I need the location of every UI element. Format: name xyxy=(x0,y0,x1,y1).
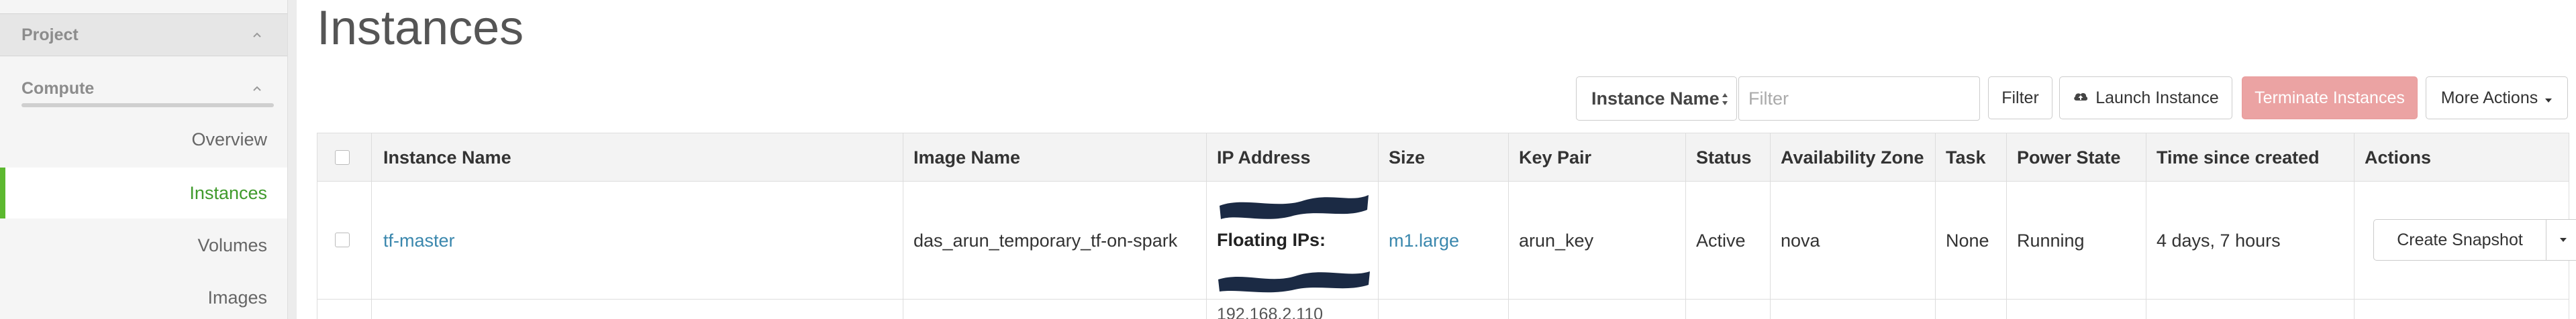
power-state-cell: Running xyxy=(2017,230,2085,251)
select-arrows-icon xyxy=(1720,89,1730,109)
column-header-status[interactable]: Status xyxy=(1696,133,1752,182)
column-divider xyxy=(2354,133,2355,319)
more-actions-label: More Actions xyxy=(2440,88,2538,107)
filter-button[interactable]: Filter xyxy=(1988,76,2052,119)
sidebar-group-project[interactable]: Project xyxy=(0,13,287,56)
sidebar-group-label: Compute xyxy=(21,78,95,98)
ip-address-cell: Floating IPs: xyxy=(1217,182,1385,300)
caret-down-icon xyxy=(2559,234,2567,246)
task-cell: None xyxy=(1946,230,1989,251)
sidebar-item-images[interactable]: Images xyxy=(0,272,287,319)
column-header-time-since-created[interactable]: Time since created xyxy=(2157,133,2320,182)
terminate-instances-button[interactable]: Terminate Instances xyxy=(2242,76,2418,119)
column-header-ip-address[interactable]: IP Address xyxy=(1217,133,1311,182)
column-header-power-state[interactable]: Power State xyxy=(2017,133,2121,182)
column-divider xyxy=(1685,133,1686,319)
sidebar-group-divider xyxy=(21,103,274,107)
row-actions-dropdown-toggle[interactable] xyxy=(2546,219,2576,261)
column-header-actions: Actions xyxy=(2365,147,2432,168)
create-snapshot-button[interactable]: Create Snapshot xyxy=(2373,219,2546,261)
caret-down-icon xyxy=(2544,88,2553,108)
select-all-checkbox[interactable] xyxy=(335,150,350,165)
column-header-image-name[interactable]: Image Name xyxy=(913,133,1020,182)
redaction-scribble xyxy=(1218,271,1370,293)
ip-address-partial: 192.168.2.110 xyxy=(1217,305,1324,319)
sidebar-item-label: Images xyxy=(207,287,267,308)
sidebar-item-overview[interactable]: Overview xyxy=(0,114,287,165)
column-header-size[interactable]: Size xyxy=(1389,133,1425,182)
column-divider xyxy=(1508,133,1509,319)
column-header-key-pair[interactable]: Key Pair xyxy=(1519,133,1591,182)
terminate-instances-label: Terminate Instances xyxy=(2255,88,2405,107)
key-pair-cell: arun_key xyxy=(1519,230,1594,251)
chevron-up-icon xyxy=(250,81,264,96)
row-checkbox[interactable] xyxy=(335,233,350,247)
filter-button-label: Filter xyxy=(2001,88,2039,107)
sidebar-item-label: Instances xyxy=(189,182,267,203)
floating-ips-label: Floating IPs: xyxy=(1217,230,1326,250)
column-header-availability-zone[interactable]: Availability Zone xyxy=(1781,133,1924,182)
redaction-scribble xyxy=(1220,195,1369,219)
filter-field-value: Instance Name xyxy=(1591,88,1720,109)
page-title: Instances xyxy=(317,1,524,55)
column-divider xyxy=(1206,133,1207,319)
filter-input[interactable] xyxy=(1738,76,1980,121)
sidebar-item-instances[interactable]: Instances xyxy=(0,168,287,218)
column-divider xyxy=(371,133,372,319)
time-since-created-cell: 4 days, 7 hours xyxy=(2157,230,2281,251)
cloud-upload-icon xyxy=(2073,88,2089,108)
filter-field-select[interactable]: Instance Name xyxy=(1576,76,1737,121)
availability-zone-cell: nova xyxy=(1781,230,1820,251)
row-actions: Create Snapshot xyxy=(2373,219,2576,261)
column-divider xyxy=(1770,133,1771,319)
chevron-up-icon xyxy=(250,27,264,42)
image-name-cell: das_arun_temporary_tf-on-spark xyxy=(913,230,1178,251)
column-header-instance-name[interactable]: Instance Name xyxy=(383,133,511,182)
instance-name-link[interactable]: tf-master xyxy=(383,182,455,300)
column-divider xyxy=(1935,133,1936,319)
table-row: 192.168.2.110 xyxy=(317,300,2569,319)
status-cell: Active xyxy=(1696,230,1746,251)
instances-table: Instance Name Image Name IP Address Size… xyxy=(317,133,2576,319)
sidebar-item-label: Overview xyxy=(191,129,267,149)
sidebar-item-volumes[interactable]: Volumes xyxy=(0,220,287,271)
size-link[interactable]: m1.large xyxy=(1389,182,1459,300)
more-actions-button[interactable]: More Actions xyxy=(2426,76,2568,119)
sidebar-edge xyxy=(287,0,297,319)
sidebar-item-label: Volumes xyxy=(197,235,267,255)
column-divider xyxy=(1378,133,1379,319)
table-row: tf-master das_arun_temporary_tf-on-spark… xyxy=(317,182,2576,300)
sidebar: Project Compute Overview Instances Volum… xyxy=(0,0,297,319)
sidebar-group-label: Project xyxy=(21,25,79,44)
launch-instance-label: Launch Instance xyxy=(2095,88,2219,107)
column-divider xyxy=(2006,133,2007,319)
column-header-task[interactable]: Task xyxy=(1946,133,1986,182)
app-root: Project Compute Overview Instances Volum… xyxy=(0,0,2576,319)
launch-instance-button[interactable]: Launch Instance xyxy=(2059,76,2232,119)
table-header: Instance Name Image Name IP Address Size… xyxy=(317,133,2569,182)
